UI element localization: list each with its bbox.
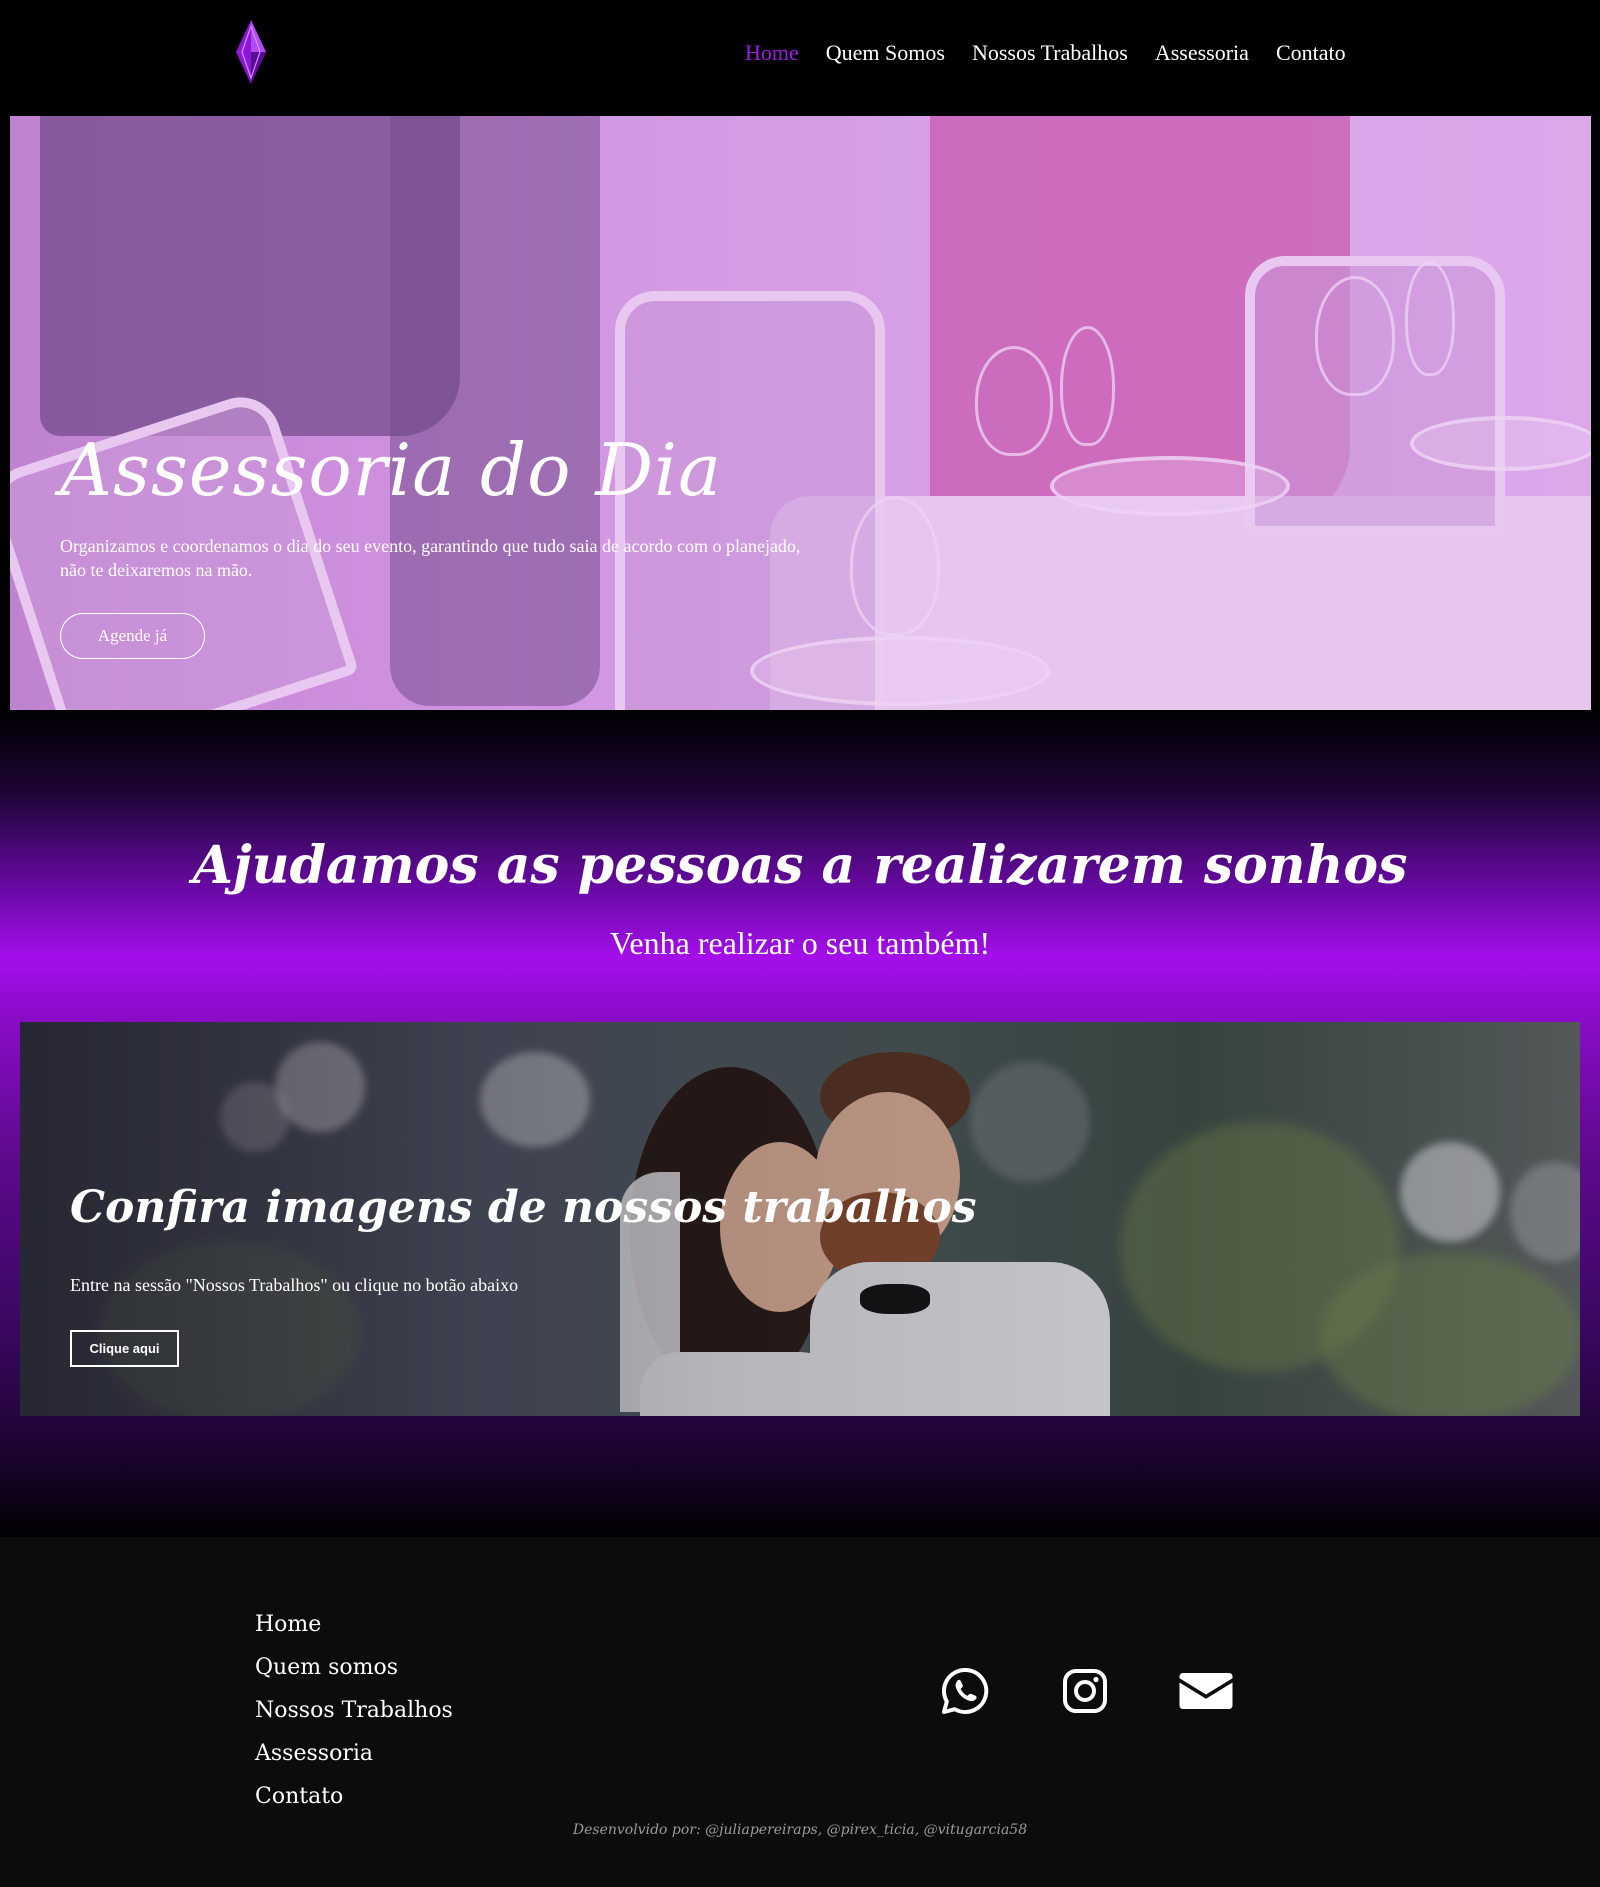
hero-banner: Assessoria do Dia Organizamos e coordena… (10, 116, 1591, 710)
footer: Home Quem somos Nossos Trabalhos Assesso… (0, 1537, 1600, 1887)
nav-item-home[interactable]: Home (745, 40, 799, 66)
hero-title: Assessoria do Dia (60, 428, 723, 512)
nav-item-nossos-trabalhos[interactable]: Nossos Trabalhos (972, 40, 1128, 66)
dreams-title: Ajudamos as pessoas a realizarem sonhos (192, 835, 1408, 896)
top-navbar: Home Quem Somos Nossos Trabalhos Assesso… (0, 0, 1600, 115)
footer-link-contato[interactable]: Contato (255, 1775, 453, 1818)
instagram-icon[interactable] (1061, 1667, 1109, 1715)
footer-link-nossos-trabalhos[interactable]: Nossos Trabalhos (255, 1689, 453, 1732)
nav-item-contato[interactable]: Contato (1276, 40, 1346, 66)
email-icon[interactable] (1179, 1667, 1233, 1715)
footer-links: Home Quem somos Nossos Trabalhos Assesso… (255, 1603, 453, 1818)
whatsapp-icon[interactable] (941, 1667, 989, 1715)
diamond-logo[interactable] (236, 20, 266, 84)
hero-description: Organizamos e coordenamos o dia do seu e… (60, 536, 801, 580)
footer-link-assessoria[interactable]: Assessoria (255, 1732, 453, 1775)
credits-text: Desenvolvido por: @juliapereiraps, @pire… (572, 1822, 1028, 1838)
works-title: Confira imagens de nossos trabalhos (70, 1182, 977, 1233)
schedule-button[interactable]: Agende já (60, 613, 205, 659)
nav-item-quem-somos[interactable]: Quem Somos (826, 40, 945, 66)
footer-link-home[interactable]: Home (255, 1603, 453, 1646)
nav-menu: Home Quem Somos Nossos Trabalhos Assesso… (745, 40, 1346, 66)
works-description: Entre na sessão "Nossos Trabalhos" ou cl… (70, 1275, 519, 1295)
dreams-subtitle: Venha realizar o seu também! (609, 925, 991, 961)
hero-purple-overlay (10, 116, 1591, 710)
click-here-button[interactable]: Clique aqui (70, 1330, 179, 1367)
works-banner: Confira imagens de nossos trabalhos Entr… (20, 1022, 1580, 1416)
footer-link-quem-somos[interactable]: Quem somos (255, 1646, 453, 1689)
nav-item-assessoria[interactable]: Assessoria (1155, 40, 1249, 66)
